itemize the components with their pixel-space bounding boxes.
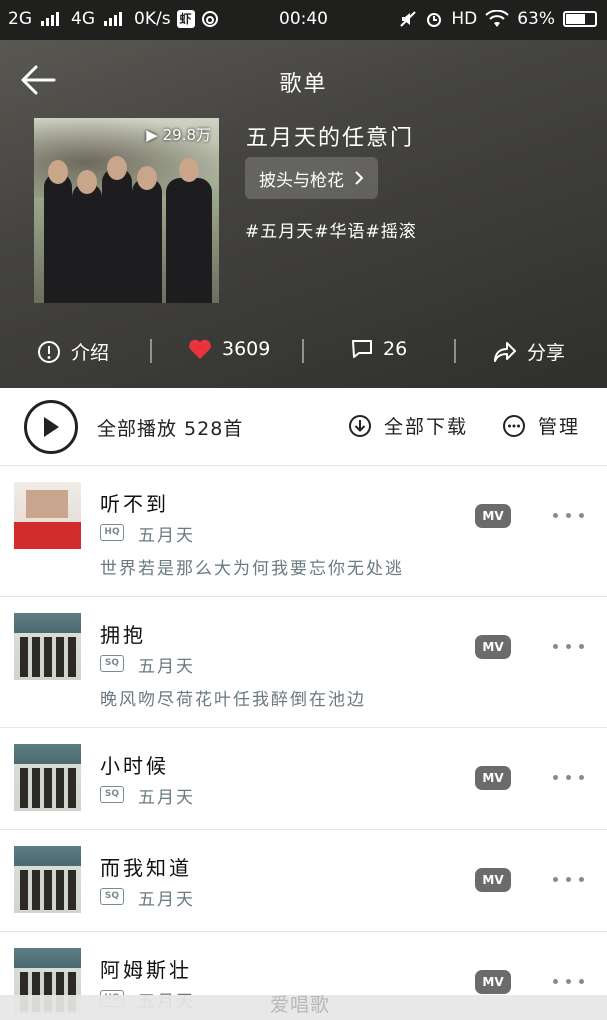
watermark: 爱唱歌	[270, 994, 331, 1016]
song-artist: 五月天	[138, 526, 195, 546]
song-artist: 五月天	[138, 890, 195, 910]
comment-count: 26	[383, 338, 408, 360]
status-right: HD 63%	[399, 9, 597, 29]
song-lyric: 世界若是那么大为何我要忘你无处逃	[100, 559, 404, 579]
playlist-header: 2G 4G 0K/s 虾 00:40 HD 63% 歌单 ▶ 29.8万 五月天…	[0, 0, 607, 388]
share-label: 分享	[527, 342, 566, 364]
like-count: 3609	[222, 338, 271, 360]
play-all-label[interactable]: 全部播放 528首	[97, 414, 243, 441]
album-cover	[14, 613, 81, 680]
chevron-right-icon	[355, 171, 364, 185]
song-row[interactable]: 拥抱 SQ 五月天 晚风吻尽荷花叶任我醉倒在池边 MV	[0, 597, 607, 728]
page-title: 歌单	[279, 72, 328, 97]
network-speed: 0K/s	[134, 9, 171, 29]
playlist-cover[interactable]: ▶ 29.8万	[34, 118, 219, 303]
mv-button[interactable]: MV	[475, 504, 511, 528]
play-count-icon: ▶	[146, 126, 163, 144]
song-row[interactable]: 听不到 HQ 五月天 世界若是那么大为何我要忘你无处逃 MV	[0, 466, 607, 597]
mv-button[interactable]: MV	[475, 970, 511, 994]
divider	[150, 339, 152, 363]
playlist-tags[interactable]: #五月天#华语#摇滚	[245, 217, 417, 242]
play-count: ▶ 29.8万	[146, 124, 211, 145]
playlist-screen: 2G 4G 0K/s 虾 00:40 HD 63% 歌单 ▶ 29.8万 五月天…	[0, 0, 607, 1020]
mv-button[interactable]: MV	[475, 868, 511, 892]
play-count-value: 29.8万	[162, 126, 211, 144]
divider	[454, 339, 456, 363]
divider	[302, 339, 304, 363]
netease-app-icon	[201, 11, 218, 27]
cover-figure	[166, 178, 212, 303]
quality-badge: SQ	[100, 655, 124, 672]
battery-icon	[563, 11, 597, 27]
comment-icon	[352, 340, 372, 358]
cover-figure	[132, 178, 162, 303]
song-title: 小时候	[100, 754, 169, 778]
album-cover	[14, 846, 81, 913]
quality-badge: SQ	[100, 786, 124, 803]
song-title: 而我知道	[100, 856, 192, 880]
more-circle-icon	[503, 414, 525, 437]
playlist-toolbar: 全部播放 528首 全部下载 管理	[0, 388, 607, 466]
play-all-button[interactable]	[24, 400, 78, 454]
heart-icon	[189, 339, 211, 359]
more-options-button[interactable]	[549, 870, 589, 890]
song-lyric: 晚风吻尽荷花叶任我醉倒在池边	[100, 690, 366, 710]
status-bar: 2G 4G 0K/s 虾 00:40 HD 63%	[0, 0, 607, 40]
creator-name: 披头与枪花	[259, 170, 344, 191]
more-options-button[interactable]	[549, 506, 589, 526]
download-icon	[349, 414, 371, 437]
album-cover	[14, 482, 81, 549]
network-4g: 4G	[71, 9, 95, 29]
song-title: 阿姆斯壮	[100, 958, 192, 982]
status-left: 2G 4G 0K/s 虾	[8, 9, 219, 29]
playlist-name: 五月天的任意门	[246, 126, 415, 151]
share-icon	[494, 341, 516, 362]
song-artist: 五月天	[138, 788, 195, 808]
like-button[interactable]: 3609	[188, 338, 270, 360]
song-title: 拥抱	[100, 623, 146, 647]
intro-label: 介绍	[71, 342, 110, 364]
creator-button[interactable]: 披头与枪花	[245, 157, 378, 199]
manage-label: 管理	[538, 416, 581, 438]
signal-icon	[104, 12, 122, 26]
mute-icon	[400, 11, 417, 27]
song-artist: 五月天	[138, 657, 195, 677]
more-options-button[interactable]	[549, 768, 589, 788]
intro-button[interactable]: 介绍	[37, 338, 109, 365]
nav-bar: 歌单	[0, 56, 607, 104]
song-row[interactable]: 小时候 SQ 五月天 MV	[0, 728, 607, 830]
song-row[interactable]: 而我知道 SQ 五月天 MV	[0, 830, 607, 932]
network-2g: 2G	[8, 9, 32, 29]
play-icon	[44, 417, 59, 437]
cover-figure	[72, 183, 102, 303]
xiami-app-icon: 虾	[176, 10, 195, 28]
download-all-button[interactable]: 全部下载	[348, 412, 468, 439]
alarm-icon	[427, 13, 442, 27]
more-options-button[interactable]	[549, 972, 589, 992]
manage-button[interactable]: 管理	[502, 412, 580, 439]
download-all-label: 全部下载	[384, 416, 469, 438]
album-cover	[14, 744, 81, 811]
cover-figure	[102, 168, 132, 303]
quality-badge: HQ	[100, 524, 124, 541]
mv-button[interactable]: MV	[475, 766, 511, 790]
info-icon	[38, 340, 60, 363]
mv-button[interactable]: MV	[475, 635, 511, 659]
share-button[interactable]: 分享	[493, 338, 565, 365]
wifi-icon	[485, 10, 509, 27]
cover-figure	[44, 173, 72, 303]
quality-badge: SQ	[100, 888, 124, 905]
hd-indicator: HD	[451, 9, 478, 29]
battery-percent: 63%	[517, 9, 555, 29]
more-options-button[interactable]	[549, 637, 589, 657]
signal-icon	[41, 12, 59, 26]
comment-button[interactable]: 26	[351, 338, 407, 360]
song-title: 听不到	[100, 492, 169, 516]
